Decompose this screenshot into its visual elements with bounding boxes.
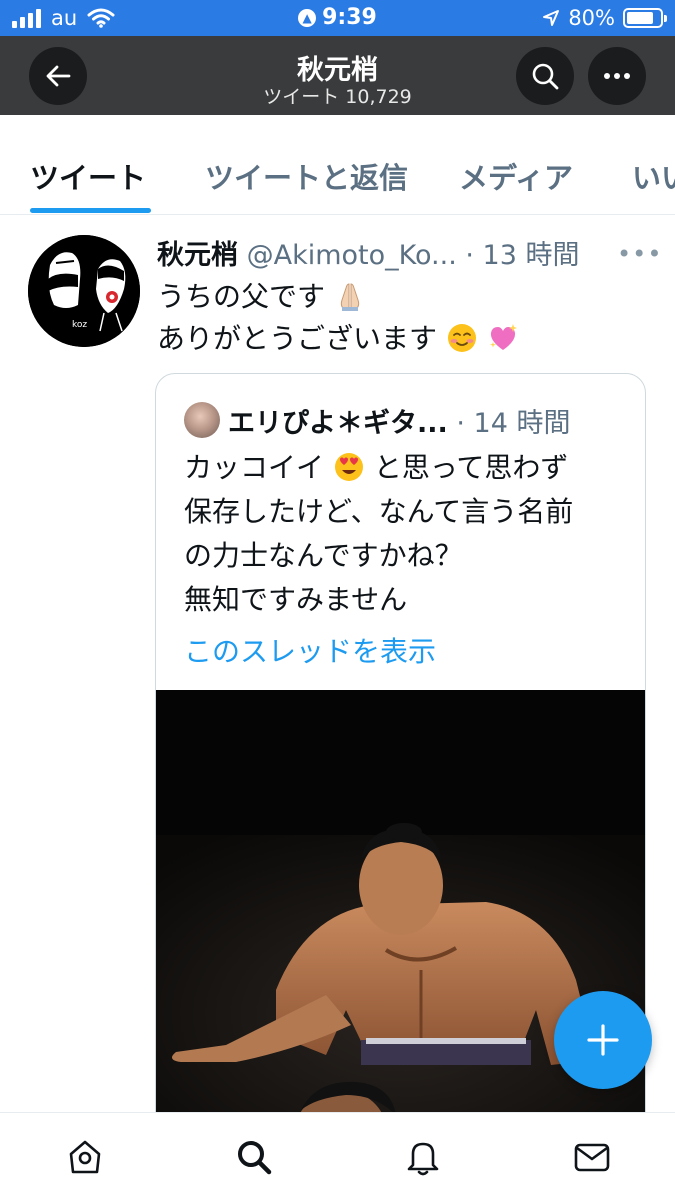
compose-tweet-button[interactable] <box>554 991 652 1089</box>
status-bar: au ▲ 9:39 80% <box>0 0 675 36</box>
tweet-header: 秋元梢 @Akimoto_Ko... · 13 時間 <box>157 233 602 272</box>
show-thread-link[interactable]: このスレッドを表示 <box>184 630 436 670</box>
search-button[interactable] <box>516 47 574 105</box>
search-icon <box>532 63 559 90</box>
tab-media[interactable]: メディア <box>459 155 573 197</box>
quoted-author-avatar[interactable] <box>184 402 220 438</box>
quoted-tweet-text: カッコイイ と思って思わず 保存したけど、なんて言う名前 の力士なんですかね？ … <box>184 446 624 622</box>
heart-eyes-emoji-icon <box>334 453 363 481</box>
quoted-tweet-header: エリぴよ＊ギタ... · 14 時間 <box>228 401 633 440</box>
location-badge-icon: ▲ <box>298 9 317 27</box>
nav-messages[interactable] <box>570 1135 614 1179</box>
home-icon <box>69 1140 101 1174</box>
clock-time: 9:39 <box>322 5 377 30</box>
quoted-author-name[interactable]: エリぴよ＊ギタ... <box>228 408 448 439</box>
tweet-text-line1: うちの父です <box>157 280 326 313</box>
tweet-author-name[interactable]: 秋元梢 <box>157 240 238 271</box>
tweet-text-line2: ありがとうございます <box>157 322 438 355</box>
tab-tweets[interactable]: ツイート <box>30 155 146 197</box>
messages-envelope-icon <box>574 1143 610 1172</box>
nav-notifications[interactable] <box>401 1135 445 1179</box>
battery-percentage: 80% <box>568 6 615 30</box>
quoted-text-line2: 保存したけど、なんて言う名前 <box>184 495 574 528</box>
more-button[interactable] <box>588 47 646 105</box>
profile-header: 秋元梢 ツイート 10,729 <box>0 36 675 115</box>
folded-hands-emoji-icon <box>340 283 360 311</box>
quoted-timestamp[interactable]: · 14 時間 <box>456 408 570 439</box>
location-arrow-icon <box>543 10 560 26</box>
avatar[interactable]: koz <box>28 235 140 347</box>
tweet-text: うちの父です ありがとうございます <box>157 276 637 360</box>
compose-plus-icon <box>587 1024 619 1056</box>
battery-icon <box>623 8 667 28</box>
avatar-illustration: koz <box>28 235 140 347</box>
tab-likes[interactable]: いい <box>632 155 675 197</box>
nav-explore[interactable] <box>232 1135 276 1179</box>
quoted-text-line3: の力士なんですかね？ <box>184 539 463 572</box>
active-tab-indicator <box>30 208 151 213</box>
tweet-count: ツイート 10,729 <box>263 86 412 108</box>
quoted-text-line1b: と思って思わず <box>373 451 569 484</box>
tweet-author-handle[interactable]: @Akimoto_Ko... <box>247 240 457 271</box>
tweet-timestamp[interactable]: · 13 時間 <box>465 240 579 271</box>
smiling-face-emoji-icon <box>447 324 476 352</box>
quoted-text-line1a: カッコイイ <box>184 451 325 484</box>
svg-text:koz: koz <box>72 320 87 330</box>
tab-tweets-and-replies[interactable]: ツイートと返信 <box>205 155 408 197</box>
profile-tabs: ツイート ツイートと返信 メディア いい <box>0 115 675 215</box>
bottom-navigation <box>0 1112 675 1200</box>
notifications-bell-icon <box>407 1142 439 1176</box>
more-icon <box>604 73 630 79</box>
tweet-more-icon[interactable]: ••• <box>617 240 662 268</box>
quoted-text-line4: 無知ですみません <box>184 583 408 616</box>
nav-home[interactable] <box>63 1135 107 1179</box>
explore-search-icon <box>238 1141 272 1175</box>
sparkling-heart-emoji-icon <box>489 324 517 350</box>
